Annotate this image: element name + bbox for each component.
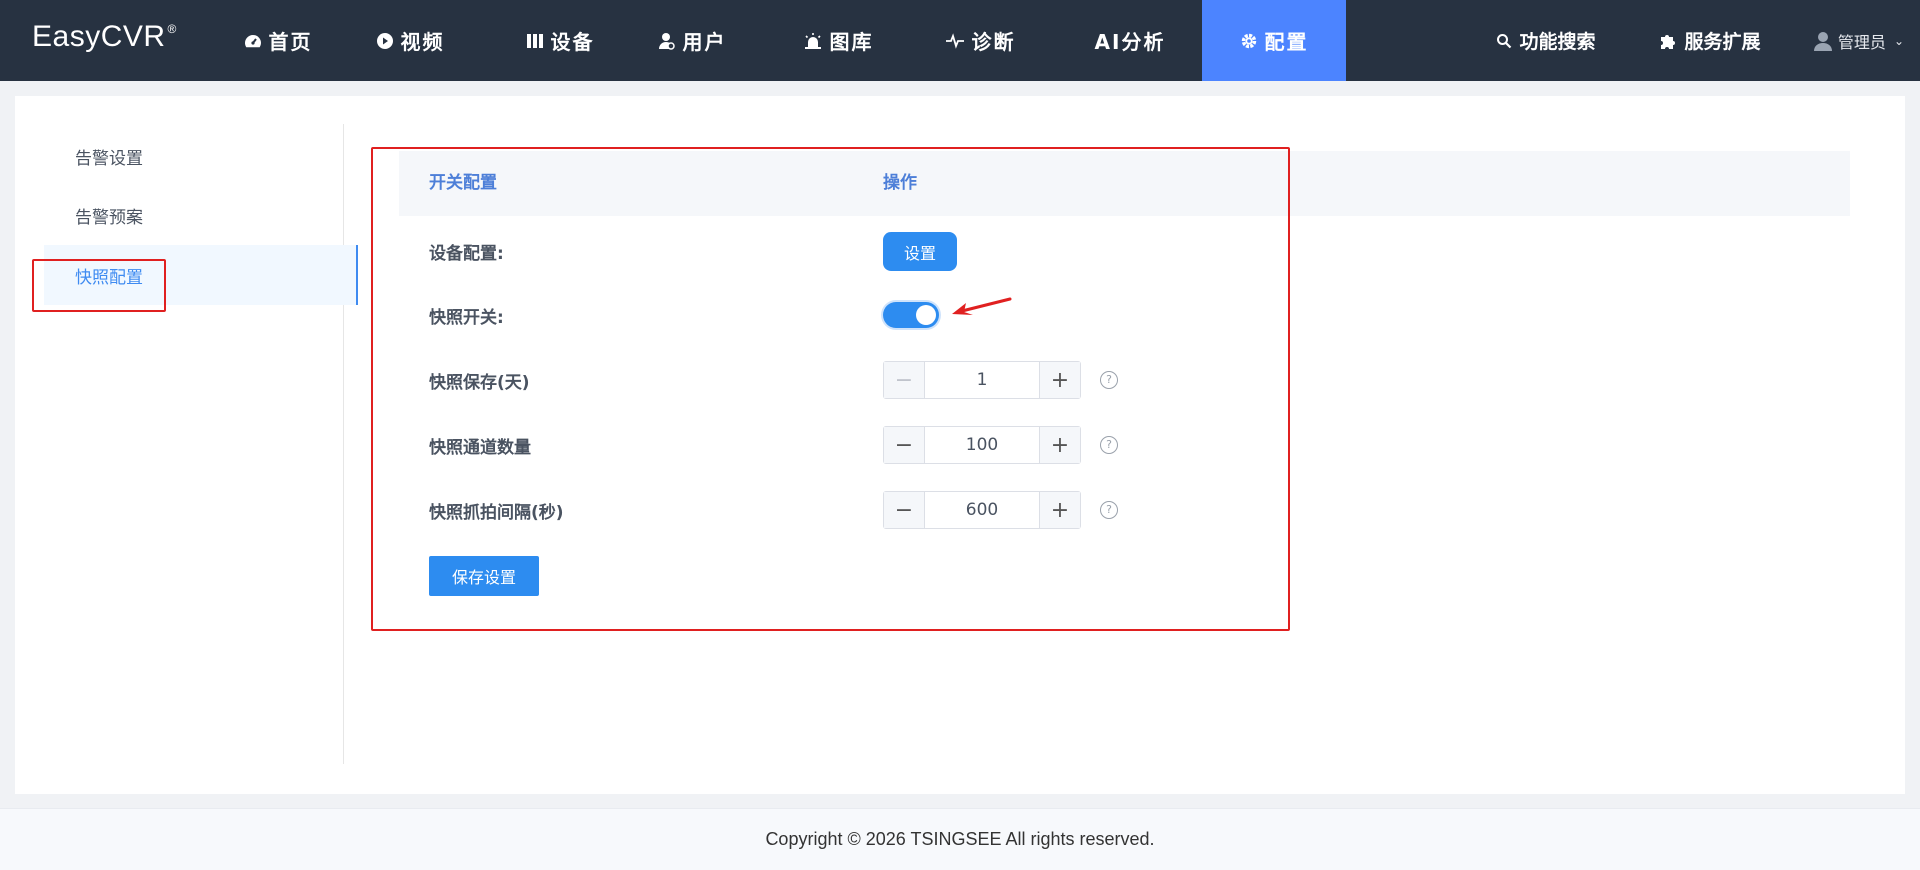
nav-home-label: 首页 <box>268 30 313 54</box>
channel-count-stepper: − + <box>883 426 1081 464</box>
sidebar-item-alarm-settings[interactable]: 告警设置 <box>44 126 358 186</box>
alarm-icon <box>804 32 821 49</box>
pulse-icon <box>945 32 964 49</box>
play-icon <box>376 32 393 49</box>
avatar-icon <box>1813 31 1832 51</box>
nav-ai-analysis-label: AI分析 <box>1094 30 1166 54</box>
nav-gallery[interactable]: 图库 <box>778 0 898 81</box>
logo[interactable]: EasyCVR ® <box>32 20 177 54</box>
channel-count-decrement-button[interactable]: − <box>884 427 925 463</box>
service-extend-button[interactable]: 服务扩展 <box>1640 0 1780 81</box>
nav-video[interactable]: 视频 <box>350 0 470 81</box>
nav-home[interactable]: 首页 <box>218 0 338 81</box>
help-icon[interactable]: ? <box>1100 501 1118 519</box>
search-icon <box>1497 33 1512 48</box>
nav-config-label: 配置 <box>1264 30 1309 54</box>
user-icon <box>658 32 675 50</box>
nav-gallery-label: 图库 <box>829 30 874 54</box>
nav-device-label: 设备 <box>550 30 595 54</box>
sidebar-item-snapshot-config[interactable]: 快照配置 <box>44 245 358 305</box>
help-icon[interactable]: ? <box>1100 371 1118 389</box>
save-settings-button[interactable]: 保存设置 <box>429 556 539 596</box>
nav-device[interactable]: 设备 <box>500 0 620 81</box>
gear-icon <box>1241 33 1256 48</box>
interval-decrement-button[interactable]: − <box>884 492 925 528</box>
red-arrow-annotation <box>952 297 1012 315</box>
channel-count-label: 快照通道数量 <box>429 438 531 458</box>
channel-count-input[interactable] <box>925 427 1039 463</box>
save-days-increment-button[interactable]: + <box>1039 362 1080 398</box>
sidebar-item-label: 告警预案 <box>75 207 143 228</box>
nav-config[interactable]: 配置 <box>1202 0 1346 81</box>
nav-diagnose-label: 诊断 <box>971 30 1016 54</box>
nav-ai-analysis[interactable]: AI分析 <box>1070 0 1190 81</box>
toggle-knob <box>916 305 936 325</box>
sidebar-item-alarm-plan[interactable]: 告警预案 <box>44 185 358 245</box>
nav-user-label: 用户 <box>682 30 727 54</box>
footer: Copyright © 2026 TSINGSEE All rights res… <box>0 808 1920 870</box>
top-navbar: EasyCVR ® 首页 视频 设备 用户 图库 诊断 AI分析 配置 功能搜索 … <box>0 0 1920 81</box>
user-name: 管理员 <box>1837 32 1886 52</box>
dashboard-icon <box>244 34 261 47</box>
chevron-down-icon: ⌄ <box>1893 33 1904 48</box>
nav-user[interactable]: 用户 <box>632 0 752 81</box>
interval-input[interactable] <box>925 492 1039 528</box>
help-icon[interactable]: ? <box>1100 436 1118 454</box>
sidebar-item-label: 告警设置 <box>75 148 143 169</box>
save-days-stepper: − + <box>883 361 1081 399</box>
sidebar-item-label: 快照配置 <box>75 267 143 288</box>
column-header-action: 操作 <box>883 173 917 193</box>
feature-search-label: 功能搜索 <box>1519 31 1596 53</box>
snapshot-switch-label: 快照开关: <box>429 308 504 328</box>
save-days-input[interactable] <box>925 362 1039 398</box>
nav-diagnose[interactable]: 诊断 <box>920 0 1040 81</box>
copyright-text: Copyright © 2026 TSINGSEE All rights res… <box>765 829 1155 849</box>
device-icon <box>526 33 543 48</box>
user-menu[interactable]: 管理员 ⌄ <box>1813 0 1904 81</box>
nav-video-label: 视频 <box>400 30 445 54</box>
channel-count-increment-button[interactable]: + <box>1039 427 1080 463</box>
interval-increment-button[interactable]: + <box>1039 492 1080 528</box>
interval-stepper: − + <box>883 491 1081 529</box>
table-header: 开关配置 操作 <box>399 151 1850 216</box>
device-config-set-button[interactable]: 设置 <box>883 232 957 271</box>
interval-label: 快照抓拍间隔(秒) <box>429 503 564 523</box>
snapshot-switch-toggle[interactable] <box>883 302 939 328</box>
service-extend-label: 服务扩展 <box>1684 31 1761 53</box>
puzzle-icon <box>1661 34 1676 49</box>
column-header-switch: 开关配置 <box>429 173 497 193</box>
feature-search-button[interactable]: 功能搜索 <box>1488 0 1604 81</box>
device-config-label: 设备配置: <box>429 244 504 264</box>
save-days-label: 快照保存(天) <box>429 373 530 393</box>
save-days-decrement-button[interactable]: − <box>884 362 925 398</box>
